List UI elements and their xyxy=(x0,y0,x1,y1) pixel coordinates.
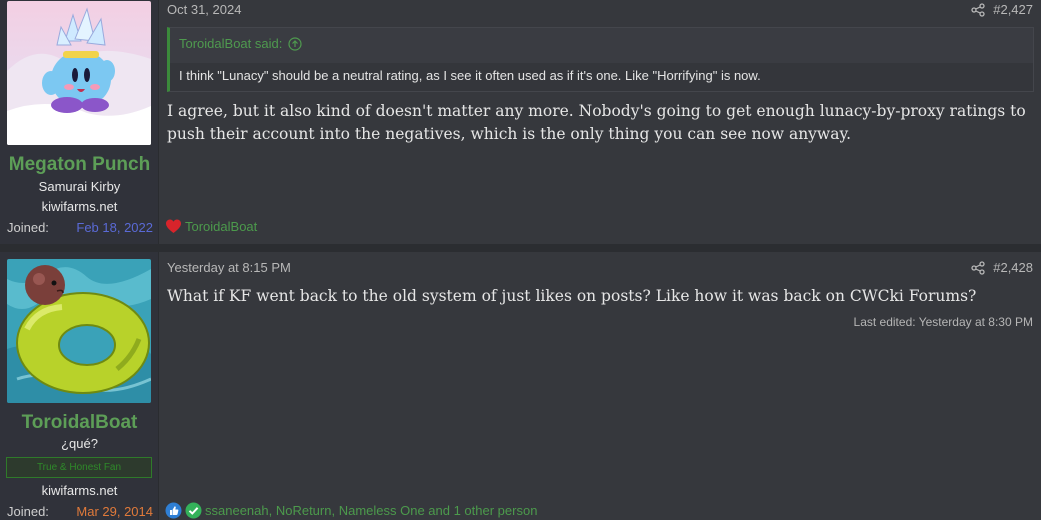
reaction-users[interactable]: ToroidalBoat xyxy=(185,219,257,234)
reaction-users[interactable]: ssaneenah, NoReturn, Nameless One and 1 … xyxy=(205,503,537,518)
post-2428: ToroidalBoat ¿qué? True & Honest Fan kiw… xyxy=(0,252,1041,520)
share-icon[interactable] xyxy=(971,2,985,17)
check-icon[interactable] xyxy=(185,502,202,519)
post-body: I agree, but it also kind of doesn't mat… xyxy=(167,102,1026,143)
post-number[interactable]: #2,427 xyxy=(993,2,1033,17)
reactions-bar[interactable]: ssaneenah, NoReturn, Nameless One and 1 … xyxy=(165,502,537,519)
reactions-bar[interactable]: ToroidalBoat xyxy=(165,218,257,235)
post-2427: Megaton Punch Samurai Kirby kiwifarms.ne… xyxy=(0,0,1041,244)
joined-label: Joined: xyxy=(7,220,49,235)
quote-text: I think "Lunacy" should be a neutral rat… xyxy=(170,63,1033,91)
username[interactable]: Megaton Punch xyxy=(0,154,159,176)
post-date[interactable]: Yesterday at 8:15 PM xyxy=(167,260,291,275)
username[interactable]: ToroidalBoat xyxy=(0,412,159,434)
joined-row: Joined: Feb 18, 2022 xyxy=(7,220,153,235)
post-content: Oct 31, 2024 #2,427 ToroidalBoat said: I… xyxy=(159,0,1041,244)
quote-header[interactable]: ToroidalBoat said: xyxy=(179,36,302,51)
post-content: Yesterday at 8:15 PM #2,428 What if KF w… xyxy=(159,252,1041,520)
joined-label: Joined: xyxy=(7,504,49,519)
user-title: ¿qué? xyxy=(61,436,98,451)
joined-date: Mar 29, 2014 xyxy=(76,504,153,519)
thumbs-up-icon[interactable] xyxy=(165,502,182,519)
post-body: What if KF went back to the old system o… xyxy=(167,287,977,305)
heart-icon[interactable] xyxy=(165,218,182,235)
quote-author[interactable]: ToroidalBoat said: xyxy=(179,36,282,51)
post-number[interactable]: #2,428 xyxy=(993,260,1033,275)
last-edited: Last edited: Yesterday at 8:30 PM xyxy=(853,315,1033,329)
post-date[interactable]: Oct 31, 2024 xyxy=(167,2,241,17)
post-number-area: #2,427 xyxy=(971,2,1033,17)
arrow-up-circle-icon[interactable] xyxy=(288,36,302,51)
user-site: kiwifarms.net xyxy=(41,199,118,214)
user-site: kiwifarms.net xyxy=(41,483,118,498)
joined-date: Feb 18, 2022 xyxy=(76,220,153,235)
user-title: Samurai Kirby xyxy=(38,179,121,194)
avatar[interactable] xyxy=(7,1,151,145)
share-icon[interactable] xyxy=(971,260,985,275)
user-sidebar: ToroidalBoat ¿qué? True & Honest Fan kiw… xyxy=(0,252,159,520)
avatar[interactable] xyxy=(7,259,151,403)
user-banner: True & Honest Fan xyxy=(6,457,152,478)
user-sidebar: Megaton Punch Samurai Kirby kiwifarms.ne… xyxy=(0,0,159,244)
quote-block: ToroidalBoat said: I think "Lunacy" shou… xyxy=(167,27,1034,92)
joined-row: Joined: Mar 29, 2014 xyxy=(7,504,153,519)
post-number-area: #2,428 xyxy=(971,260,1033,275)
